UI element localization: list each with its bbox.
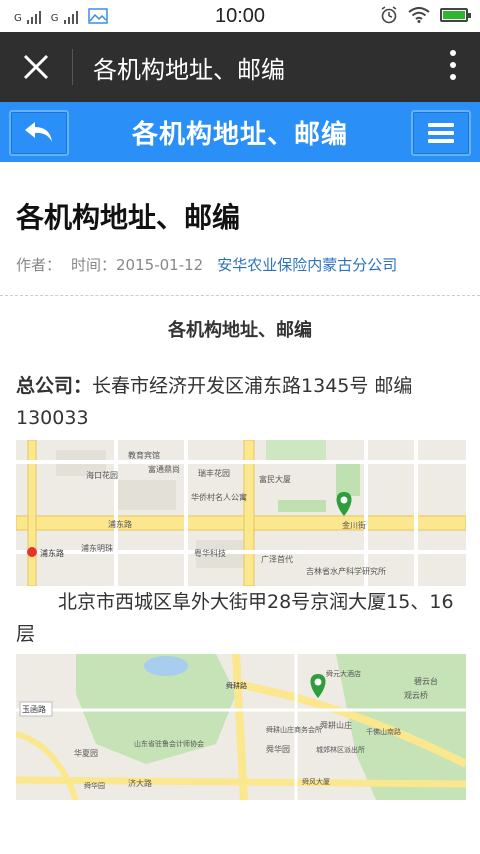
- map-label: 吉林省水产科学研究所: [306, 566, 386, 576]
- map-label: 玉函路: [22, 704, 46, 714]
- page-header-title: 各机构地址、邮编: [131, 119, 348, 150]
- meta-time: 时间：2015-01-12: [71, 256, 204, 274]
- page-header: 各机构地址、邮编: [0, 102, 480, 162]
- map-label: 舜华园: [84, 781, 105, 790]
- alarm-icon: [381, 6, 397, 24]
- map-label: 瑞丰花园: [198, 468, 230, 478]
- status-bar: G G 10:00: [0, 0, 480, 32]
- map-label: 金川街: [342, 520, 366, 530]
- map-label: 舜华园: [266, 744, 290, 754]
- map-label: 华夏园: [74, 748, 98, 758]
- app-title-bar: 各机构地址、邮编: [0, 32, 480, 102]
- map-label: 舜耕路: [226, 681, 247, 690]
- map-label: 济大路: [128, 778, 152, 788]
- window-title: 各机构地址、邮编: [93, 55, 285, 84]
- hamburger-icon: [428, 119, 454, 147]
- map-label: 浦东路: [108, 519, 132, 529]
- map-label: 海口花园: [86, 470, 118, 480]
- map-label: 教育宾馆: [128, 450, 160, 460]
- map-label: 粤华科技: [194, 548, 226, 558]
- map-label: 富民大厦: [259, 474, 291, 484]
- map-label: 广泽首代: [261, 554, 293, 564]
- hq-label: 总公司：: [16, 375, 93, 397]
- meta-source-link[interactable]: 安华农业保险内蒙古分公司: [217, 254, 397, 275]
- hq-address: 总公司：长春市经济开发区浦东路1345号 邮编130033: [16, 370, 464, 434]
- map-label: 观云桥: [404, 690, 428, 700]
- map-image-beijing[interactable]: 玉函路 华夏园 山东省驻鲁会计师协会 舜华园 济大路 舜耕山庄商务会所 舜耕山庄…: [16, 654, 466, 800]
- back-arrow-icon: [25, 122, 52, 142]
- title-divider: [72, 49, 73, 85]
- map-label: 华侨村名人公寓: [191, 492, 247, 502]
- article-meta: 作者： 时间：2015-01-12 安华农业保险内蒙古分公司: [16, 254, 464, 275]
- map-label: 舜耕山庄: [320, 720, 352, 730]
- article-subheading: 各机构地址、邮编: [168, 320, 312, 341]
- map-label: 舜元大酒店: [326, 669, 361, 678]
- beijing-address: 北京市西城区阜外大街甲28号京润大厦15、16层: [16, 591, 454, 645]
- map-label: 舜风大厦: [302, 777, 330, 786]
- battery-icon: [440, 8, 471, 22]
- map-label: 千佛山南路: [366, 727, 401, 736]
- map-label: 舜耕山庄商务会所: [266, 725, 322, 734]
- more-options-icon[interactable]: [450, 50, 456, 80]
- meta-author: 作者：: [16, 256, 62, 274]
- map-label: 山东省驻鲁会计师协会: [134, 739, 204, 748]
- map-label: 浦东明珠: [81, 543, 113, 553]
- wifi-icon: [408, 7, 430, 23]
- article-body: 各机构地址、邮编 总公司：长春市经济开发区浦东路1345号 邮编130033 教…: [0, 316, 480, 800]
- divider: [0, 295, 480, 296]
- map-label: 碧云台: [414, 676, 438, 686]
- article-title: 各机构地址、邮编: [16, 201, 241, 234]
- article: 各机构地址、邮编 作者： 时间：2015-01-12 安华农业保险内蒙古分公司: [0, 196, 480, 275]
- back-button[interactable]: [9, 110, 69, 156]
- map-label: 富通鼎尚: [148, 464, 180, 474]
- map-image-changchun[interactable]: 教育宾馆 海口花园 富通鼎尚 瑞丰花园 富民大厦 华侨村名人公寓 浦东路 浦东明…: [16, 440, 466, 586]
- map-label: 城郊林区派出所: [316, 745, 365, 754]
- menu-button[interactable]: [411, 110, 471, 156]
- map-label: 浦东路: [40, 548, 64, 558]
- close-icon: [23, 54, 49, 80]
- close-button[interactable]: [0, 32, 72, 102]
